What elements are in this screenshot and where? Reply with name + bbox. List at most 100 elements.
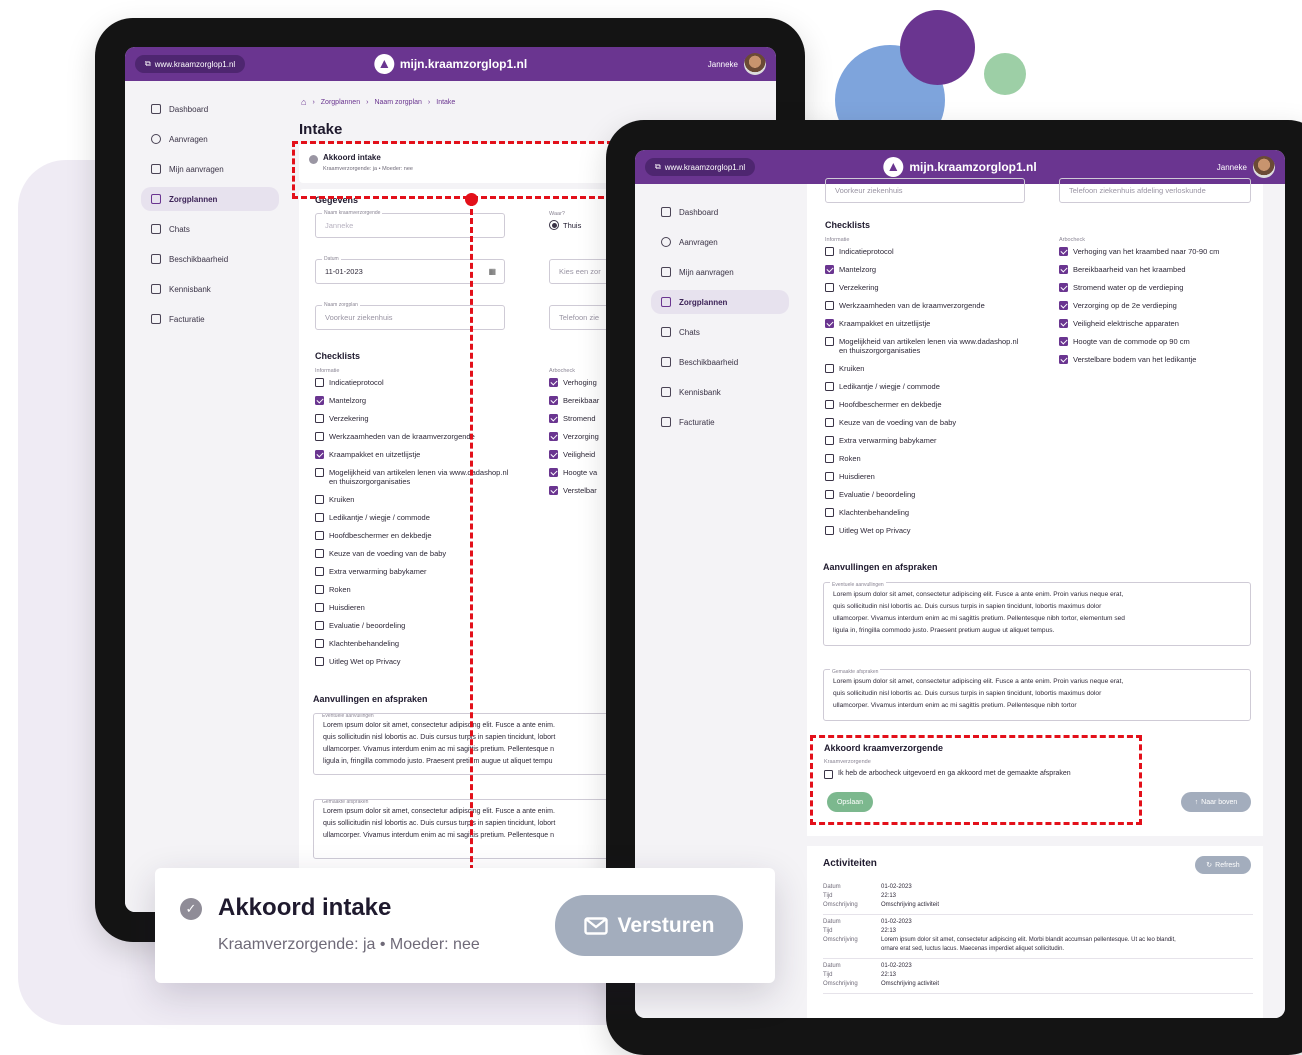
checkbox[interactable] [1059,319,1068,328]
checkbox[interactable] [1059,337,1068,346]
checkbox[interactable] [825,490,834,499]
arbo-item[interactable]: Verstelbar [549,486,609,504]
checklist-item[interactable]: Mogelijkheid van artikelen lenen via www… [315,468,545,495]
checkbox[interactable] [1059,355,1068,364]
checklist-item[interactable]: Werkzaamheden van de kraamverzorgende [315,432,545,450]
checklist-item[interactable]: Hoofdbeschermer en dekbedje [825,400,1055,418]
checklist-item[interactable]: Verzekering [315,414,545,432]
eventuele-textarea[interactable]: Eventuele aanvullingen Lorem ipsum dolor … [823,579,1251,646]
sidebar-item-beschikbaarheid[interactable]: Beschikbaarheid [651,350,789,374]
checkbox[interactable] [1059,247,1068,256]
sidebar-item-kennisbank[interactable]: Kennisbank [141,277,279,301]
gemaakte-textarea[interactable]: Gemaakte afspraken Lorem ipsum dolor sit … [313,799,643,859]
arbo-item[interactable]: Verzorging [549,432,609,450]
checklist-item[interactable]: Ledikantje / wiegje / commode [315,513,545,531]
user-menu[interactable]: Janneke [708,53,766,75]
checkbox[interactable] [825,319,834,328]
checklist-item[interactable]: Hoofdbeschermer en dekbedje [315,531,545,549]
checklist-item[interactable]: Indicatieprotocol [315,378,545,396]
sidebar-item-mijn-aanvragen[interactable]: Mijn aanvragen [141,157,279,181]
checkbox[interactable] [549,450,558,459]
sidebar-item-dashboard[interactable]: Dashboard [651,200,789,224]
checkbox[interactable] [825,472,834,481]
checkbox[interactable] [315,495,324,504]
checkbox[interactable] [825,265,834,274]
checkbox[interactable] [1059,301,1068,310]
sidebar-item-zorgplannen[interactable]: Zorgplannen [651,290,789,314]
checklist-item[interactable]: Keuze van de voeding van de baby [825,418,1055,436]
checklist-item[interactable]: Uitleg Wet op Privacy [825,526,1055,544]
checklist-item[interactable]: Mantelzorg [315,396,545,414]
arbo-item[interactable]: Stromend water op de verdieping [1059,283,1259,301]
checkbox[interactable] [825,364,834,373]
checkbox[interactable] [549,432,558,441]
calendar-icon[interactable]: ▦ [488,267,496,276]
naar-boven-button[interactable]: ↑ Naar boven [1181,792,1251,812]
checklist-item[interactable]: Evaluatie / beoordeling [825,490,1055,508]
checklist-item[interactable]: Werkzaamheden van de kraamverzorgende [825,301,1055,319]
checkbox[interactable] [315,621,324,630]
date-field[interactable]: Datum 11-01-2023 ▦ [315,256,505,284]
checklist-item[interactable]: Verzekering [825,283,1055,301]
arbo-item[interactable]: Bereikbaar [549,396,609,414]
checkbox[interactable] [549,486,558,495]
checkbox[interactable] [315,585,324,594]
checkbox[interactable] [315,567,324,576]
checkbox[interactable] [315,450,324,459]
sidebar-item-aanvragen[interactable]: Aanvragen [141,127,279,151]
checkbox[interactable] [825,382,834,391]
url-pill[interactable]: ⧉ www.kraamzorglop1.nl [135,55,246,73]
user-menu[interactable]: Janneke [1217,156,1275,178]
checkbox[interactable] [825,436,834,445]
checklist-item[interactable]: Uitleg Wet op Privacy [315,657,545,675]
checkbox[interactable] [315,414,324,423]
checkbox[interactable] [315,378,324,387]
sidebar-item-aanvragen[interactable]: Aanvragen [651,230,789,254]
arbo-item[interactable]: Verhoging van het kraambed naar 70-90 cm [1059,247,1259,265]
arbo-item[interactable]: Hoogte va [549,468,609,486]
url-pill[interactable]: ⧉ www.kraamzorglop1.nl [645,158,756,176]
checkbox[interactable] [549,468,558,477]
checklist-item[interactable]: Kraampakket en uitzetlijstje [315,450,545,468]
checklist-item[interactable]: Klachtenbehandeling [315,639,545,657]
checklist-item[interactable]: Extra verwarming babykamer [315,567,545,585]
checkbox[interactable] [549,378,558,387]
arbo-item[interactable]: Stromend [549,414,609,432]
sidebar-item-chats[interactable]: Chats [141,217,279,241]
checklist-item[interactable]: Roken [825,454,1055,472]
checklist-item[interactable]: Extra verwarming babykamer [825,436,1055,454]
sidebar-item-facturatie[interactable]: Facturatie [141,307,279,331]
checklist-item[interactable]: Ledikantje / wiegje / commode [825,382,1055,400]
sidebar-item-beschikbaarheid[interactable]: Beschikbaarheid [141,247,279,271]
arbo-item[interactable]: Veiligheid [549,450,609,468]
checkbox[interactable] [315,657,324,666]
gemaakte-textarea[interactable]: Gemaakte afspraken Lorem ipsum dolor sit … [823,666,1251,721]
checklist-item[interactable]: Huisdieren [315,603,545,621]
checkbox[interactable] [549,396,558,405]
checkbox[interactable] [549,414,558,423]
checkbox[interactable] [315,549,324,558]
checkbox[interactable] [825,526,834,535]
ziekenhuis-field[interactable]: Voorkeur ziekenhuis [825,178,1025,203]
checklist-item[interactable]: Mantelzorg [825,265,1055,283]
checkbox[interactable] [1059,265,1068,274]
checklist-item[interactable]: Keuze van de voeding van de baby [315,549,545,567]
checkbox[interactable] [825,283,834,292]
telefoon-field[interactable]: Telefoon ziekenhuis afdeling verloskunde [1059,178,1251,203]
checkbox[interactable] [825,337,834,346]
checklist-item[interactable]: Evaluatie / beoordeling [315,621,545,639]
eventuele-textarea[interactable]: Eventuele aanvullingen Lorem ipsum dolor … [313,713,643,775]
checkbox[interactable] [825,454,834,463]
sidebar-item-zorgplannen[interactable]: Zorgplannen [141,187,279,211]
checklist-item[interactable]: Indicatieprotocol [825,247,1055,265]
checkbox[interactable] [1059,283,1068,292]
checklist-item[interactable]: Kruiken [825,364,1055,382]
sidebar-item-mijn-aanvragen[interactable]: Mijn aanvragen [651,260,789,284]
checkbox[interactable] [315,432,324,441]
arbo-item[interactable]: Verhoging [549,378,609,396]
sidebar-item-dashboard[interactable]: Dashboard [141,97,279,121]
checkbox[interactable] [825,400,834,409]
refresh-button[interactable]: ↻ Refresh [1195,856,1251,874]
arbo-item[interactable]: Verstelbare bodem van het ledikantje [1059,355,1259,373]
checkbox[interactable] [315,468,324,477]
